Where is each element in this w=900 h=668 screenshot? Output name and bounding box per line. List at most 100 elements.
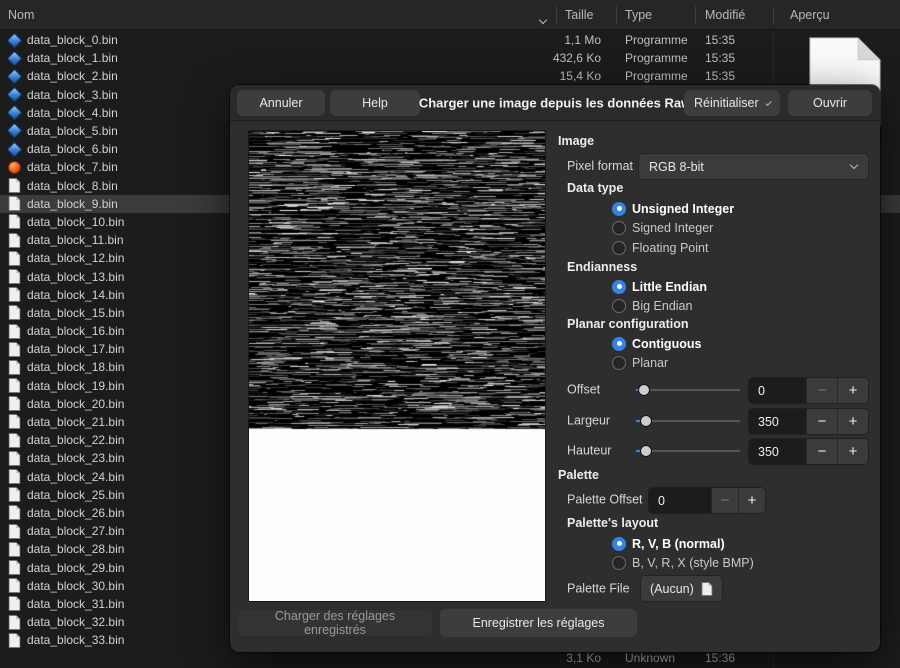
blue-diamond-icon <box>7 142 21 156</box>
radio-floating-point[interactable]: Floating Point <box>612 238 868 258</box>
width-decrement-button[interactable] <box>806 409 837 434</box>
radio-button-icon <box>612 299 626 313</box>
document-icon <box>7 233 21 247</box>
radio-little-endian[interactable]: Little Endian <box>612 277 868 297</box>
help-button[interactable]: Help <box>330 90 420 116</box>
file-name: data_block_13.bin <box>27 270 124 284</box>
blue-diamond-icon <box>7 33 21 47</box>
offset-decrement-button[interactable] <box>806 378 837 403</box>
open-button[interactable]: Ouvrir <box>788 90 872 116</box>
slider-handle[interactable] <box>640 415 652 427</box>
file-modified: 15:35 <box>705 33 735 47</box>
file-name: data_block_7.bin <box>27 160 118 174</box>
document-icon <box>7 215 21 229</box>
radio-unsigned-integer[interactable]: Unsigned Integer <box>612 199 868 219</box>
document-icon <box>7 288 21 302</box>
radio-contiguous[interactable]: Contiguous <box>612 334 868 354</box>
file-name: data_block_11.bin <box>27 233 124 247</box>
radio-b-v-r-x-style-bmp[interactable]: B, V, R, X (style BMP) <box>612 554 868 574</box>
file-name: data_block_6.bin <box>27 142 118 156</box>
document-icon <box>7 179 21 193</box>
file-name: data_block_25.bin <box>27 488 124 502</box>
endianness-radios: Little Endian Big Endian <box>612 277 868 316</box>
dialog-title: Charger une image depuis les données Raw <box>419 95 691 110</box>
column-header-type[interactable]: Type <box>625 0 652 30</box>
column-header-preview[interactable]: Aperçu <box>790 0 830 30</box>
file-name: data_block_29.bin <box>27 561 124 575</box>
file-name: data_block_3.bin <box>27 88 118 102</box>
column-separator[interactable] <box>695 6 696 24</box>
palette-offset-label: Palette Offset <box>567 493 643 508</box>
document-icon <box>7 433 21 447</box>
save-settings-button[interactable]: Enregistrer les réglages <box>440 609 637 637</box>
palette-offset-value[interactable]: 0 <box>649 488 711 513</box>
radio-planar[interactable]: Planar <box>612 354 868 374</box>
radio-signed-integer[interactable]: Signed Integer <box>612 219 868 239</box>
reset-button[interactable]: Réinitialiser <box>684 90 780 116</box>
file-row[interactable]: data_block_2.bin 15,4 Ko Programme 15:35 <box>0 67 900 85</box>
file-name: data_block_23.bin <box>27 451 124 465</box>
height-decrement-button[interactable] <box>806 439 837 464</box>
file-name: data_block_1.bin <box>27 51 118 65</box>
offset-increment-button[interactable] <box>837 378 868 403</box>
pixel-format-label: Pixel format <box>567 159 633 174</box>
height-row: Hauteur 350 <box>557 436 870 466</box>
pixel-format-dropdown[interactable]: RGB 8-bit <box>638 153 869 180</box>
palette-offset-decrement-button[interactable] <box>711 488 738 513</box>
file-row[interactable]: 3,1 Ko Unknown 15:36 <box>0 649 900 667</box>
palette-offset-increment-button[interactable] <box>738 488 765 513</box>
document-icon <box>7 306 21 320</box>
slider-handle[interactable] <box>640 445 652 457</box>
file-row[interactable]: data_block_0.bin 1,1 Mo Programme 15:35 <box>0 31 900 49</box>
radio-big-endian[interactable]: Big Endian <box>612 297 868 317</box>
file-name: data_block_27.bin <box>27 524 124 538</box>
palette-offset-spinbox: 0 <box>648 487 766 514</box>
load-saved-settings-button[interactable]: Charger des réglages enregistrés <box>237 609 433 637</box>
file-size: 3,1 Ko <box>500 651 601 665</box>
file-name: data_block_2.bin <box>27 69 118 83</box>
column-separator[interactable] <box>556 6 557 24</box>
slider-handle[interactable] <box>638 384 650 396</box>
radio-button-icon <box>612 556 626 570</box>
width-increment-button[interactable] <box>837 409 868 434</box>
radio-button-icon <box>612 337 626 351</box>
height-value[interactable]: 350 <box>749 439 806 464</box>
file-name: data_block_24.bin <box>27 470 124 484</box>
chevron-down-icon <box>765 100 772 107</box>
width-value[interactable]: 350 <box>749 409 806 434</box>
file-name: data_block_18.bin <box>27 360 124 374</box>
file-name: data_block_16.bin <box>27 324 124 338</box>
file-modified: 15:35 <box>705 51 735 65</box>
height-increment-button[interactable] <box>837 439 868 464</box>
column-header-name[interactable]: Nom <box>8 0 34 30</box>
column-header-size[interactable]: Taille <box>565 0 594 30</box>
radio-label: Unsigned Integer <box>632 202 734 216</box>
file-type: Programme <box>625 51 688 65</box>
raw-preview-canvas <box>249 131 545 601</box>
palette-file-value: (Aucun) <box>650 582 694 596</box>
file-name: data_block_20.bin <box>27 397 124 411</box>
sort-indicator-icon <box>540 10 546 28</box>
radio-label: Signed Integer <box>632 221 713 235</box>
reset-label: Réinitialiser <box>694 96 759 110</box>
offset-slider[interactable] <box>636 375 740 405</box>
radio-label: Contiguous <box>632 337 701 351</box>
radio-button-icon <box>612 202 626 216</box>
height-slider[interactable] <box>636 436 740 466</box>
file-name: data_block_22.bin <box>27 433 124 447</box>
radio-r-v-b-normal[interactable]: R, V, B (normal) <box>612 534 868 554</box>
palette-file-button[interactable]: (Aucun) <box>640 575 723 602</box>
file-name: data_block_17.bin <box>27 342 124 356</box>
file-type: Unknown <box>625 651 675 665</box>
column-header-modified[interactable]: Modifié <box>705 0 745 30</box>
column-separator[interactable] <box>616 6 617 24</box>
column-separator[interactable] <box>773 6 774 24</box>
file-name: data_block_30.bin <box>27 579 124 593</box>
document-icon <box>7 542 21 556</box>
file-row[interactable]: data_block_1.bin 432,6 Ko Programme 15:35 <box>0 49 900 67</box>
file-name: data_block_33.bin <box>27 633 124 647</box>
width-slider[interactable] <box>636 406 740 436</box>
offset-value[interactable]: 0 <box>749 378 806 403</box>
document-icon <box>7 360 21 374</box>
cancel-button[interactable]: Annuler <box>237 90 325 116</box>
